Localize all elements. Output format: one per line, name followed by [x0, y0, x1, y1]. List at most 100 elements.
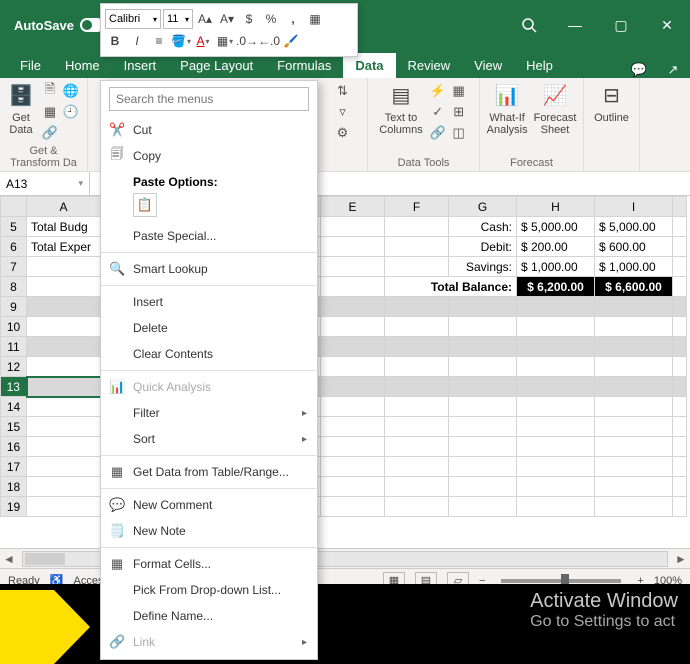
font-size-dropdown[interactable]: 11▾ — [163, 9, 193, 29]
consolidate-icon[interactable]: ⊞ — [450, 103, 468, 121]
filter-icon[interactable]: ▿ — [334, 103, 352, 121]
tab-view[interactable]: View — [462, 53, 514, 78]
scroll-right-icon[interactable]: ► — [672, 552, 690, 566]
percent-icon[interactable]: % — [261, 9, 281, 29]
menu-new-note[interactable]: 🗒️New Note — [101, 518, 317, 544]
menu-smart-lookup[interactable]: 🔍Smart Lookup — [101, 256, 317, 282]
align-icon[interactable]: ≡ — [149, 31, 169, 51]
row-header[interactable]: 10 — [1, 317, 27, 337]
col-header-I[interactable]: I — [595, 197, 673, 217]
format-painter-icon[interactable]: 🖌️ — [281, 31, 301, 51]
menu-new-comment[interactable]: 💬New Comment — [101, 492, 317, 518]
relationships-icon[interactable]: 🔗 — [429, 124, 447, 142]
existing-conn-icon[interactable]: 🔗 — [41, 124, 59, 142]
tab-help[interactable]: Help — [514, 53, 565, 78]
row-header[interactable]: 18 — [1, 477, 27, 497]
row-header[interactable]: 16 — [1, 437, 27, 457]
sort-icon[interactable]: ⇅ — [334, 82, 352, 100]
menu-link: 🔗Link▸ — [101, 629, 317, 655]
borders-icon[interactable]: ▦ — [215, 31, 235, 51]
tab-review[interactable]: Review — [396, 53, 463, 78]
menu-sort[interactable]: Sort▸ — [101, 426, 317, 452]
activate-windows-watermark: Activate Window Go to Settings to act — [530, 590, 678, 631]
zoom-slider[interactable] — [501, 579, 621, 583]
data-model-icon[interactable]: ◫ — [450, 124, 468, 142]
menu-define-name[interactable]: Define Name... — [101, 603, 317, 629]
row-header[interactable]: 6 — [1, 237, 27, 257]
tab-file[interactable]: File — [8, 53, 53, 78]
share-icon[interactable]: ↗ — [656, 62, 690, 78]
increase-decimal-icon[interactable]: .0→ — [237, 31, 257, 51]
get-data-small-icons[interactable]: 🗎 🌐 ▦ 🕘 🔗 — [41, 82, 80, 142]
currency-icon[interactable]: $ — [239, 9, 259, 29]
flash-fill-icon[interactable]: ⚡ — [429, 82, 447, 100]
maximize-icon[interactable]: ▢ — [598, 9, 644, 41]
advanced-icon[interactable]: ⚙ — [334, 124, 352, 142]
col-header-E[interactable]: E — [321, 197, 385, 217]
scroll-left-icon[interactable]: ◄ — [0, 552, 18, 566]
menu-filter[interactable]: Filter▸ — [101, 400, 317, 426]
from-table-icon[interactable]: ▦ — [41, 103, 59, 121]
row-header[interactable]: 14 — [1, 397, 27, 417]
menu-clear-contents[interactable]: Clear Contents — [101, 341, 317, 367]
name-box[interactable]: A13 — [0, 172, 90, 195]
menu-get-data-table[interactable]: ▦Get Data from Table/Range... — [101, 459, 317, 485]
outline-button[interactable]: ⊟ Outline — [594, 82, 629, 124]
autosave-toggle[interactable]: AutoSave — [14, 18, 104, 33]
menu-search[interactable] — [109, 87, 309, 111]
link-icon: 🔗 — [109, 634, 125, 650]
row-header[interactable]: 12 — [1, 357, 27, 377]
row-header[interactable]: 5 — [1, 217, 27, 237]
menu-delete[interactable]: Delete — [101, 315, 317, 341]
menu-pick-dropdown[interactable]: Pick From Drop-down List... — [101, 577, 317, 603]
text-to-columns-button[interactable]: ▤ Text to Columns — [379, 82, 422, 136]
get-data-button[interactable]: 🗄️ Get Data — [7, 82, 35, 136]
row-header[interactable]: 9 — [1, 297, 27, 317]
minimize-icon[interactable]: — — [552, 9, 598, 41]
col-header-F[interactable]: F — [385, 197, 449, 217]
decrease-decimal-icon[interactable]: ←.0 — [259, 31, 279, 51]
recent-sources-icon[interactable]: 🕘 — [62, 103, 80, 121]
font-name-dropdown[interactable]: Calibri▾ — [105, 9, 161, 29]
italic-icon[interactable]: I — [127, 31, 147, 51]
remove-dup-icon[interactable]: ▦ — [450, 82, 468, 100]
row-header[interactable]: 15 — [1, 417, 27, 437]
comma-icon[interactable]: , — [283, 9, 303, 29]
group-label-forecast: Forecast — [510, 155, 553, 169]
row-header[interactable]: 13 — [1, 377, 27, 397]
data-tools-icons[interactable]: ⚡ ▦ ✓ ⊞ 🔗 ◫ — [429, 82, 468, 142]
from-web-icon[interactable]: 🌐 — [62, 82, 80, 100]
paste-option-icon[interactable]: 📋 — [133, 193, 157, 217]
bold-icon[interactable]: B — [105, 31, 125, 51]
comments-icon[interactable]: 💬 — [622, 62, 656, 78]
validation-icon[interactable]: ✓ — [429, 103, 447, 121]
mini-toolbar: Calibri▾ 11▾ A▴ A▾ $ % , ▦ B I ≡ 🪣 A ▦ .… — [100, 3, 358, 57]
group-label-data-tools: Data Tools — [398, 155, 450, 169]
row-header[interactable]: 17 — [1, 457, 27, 477]
col-header-H[interactable]: H — [517, 197, 595, 217]
menu-cut[interactable]: ✂️Cut — [101, 117, 317, 143]
merge-icon[interactable]: ▦ — [305, 9, 325, 29]
forecast-sheet-button[interactable]: 📈 Forecast Sheet — [534, 82, 577, 136]
menu-search-input[interactable] — [109, 87, 309, 111]
col-header-G[interactable]: G — [449, 197, 517, 217]
quick-analysis-icon: 📊 — [109, 379, 125, 395]
close-icon[interactable]: ✕ — [644, 9, 690, 41]
font-color-icon[interactable]: A — [193, 31, 213, 51]
decrease-font-icon[interactable]: A▾ — [217, 9, 237, 29]
col-header-A[interactable]: A — [27, 197, 101, 217]
autosave-label: AutoSave — [14, 18, 74, 33]
row-header[interactable]: 8 — [1, 277, 27, 297]
increase-font-icon[interactable]: A▴ — [195, 9, 215, 29]
menu-insert[interactable]: Insert — [101, 289, 317, 315]
menu-paste-special[interactable]: Paste Special... — [101, 223, 317, 249]
menu-format-cells[interactable]: ▦Format Cells... — [101, 551, 317, 577]
row-header[interactable]: 11 — [1, 337, 27, 357]
whatif-button[interactable]: 📊 What-If Analysis — [487, 82, 528, 136]
menu-copy[interactable]: 🗐Copy — [101, 143, 317, 169]
from-text-icon[interactable]: 🗎 — [41, 82, 59, 100]
row-header[interactable]: 19 — [1, 497, 27, 517]
fill-color-icon[interactable]: 🪣 — [171, 31, 191, 51]
row-header[interactable]: 7 — [1, 257, 27, 277]
search-icon[interactable] — [506, 9, 552, 41]
